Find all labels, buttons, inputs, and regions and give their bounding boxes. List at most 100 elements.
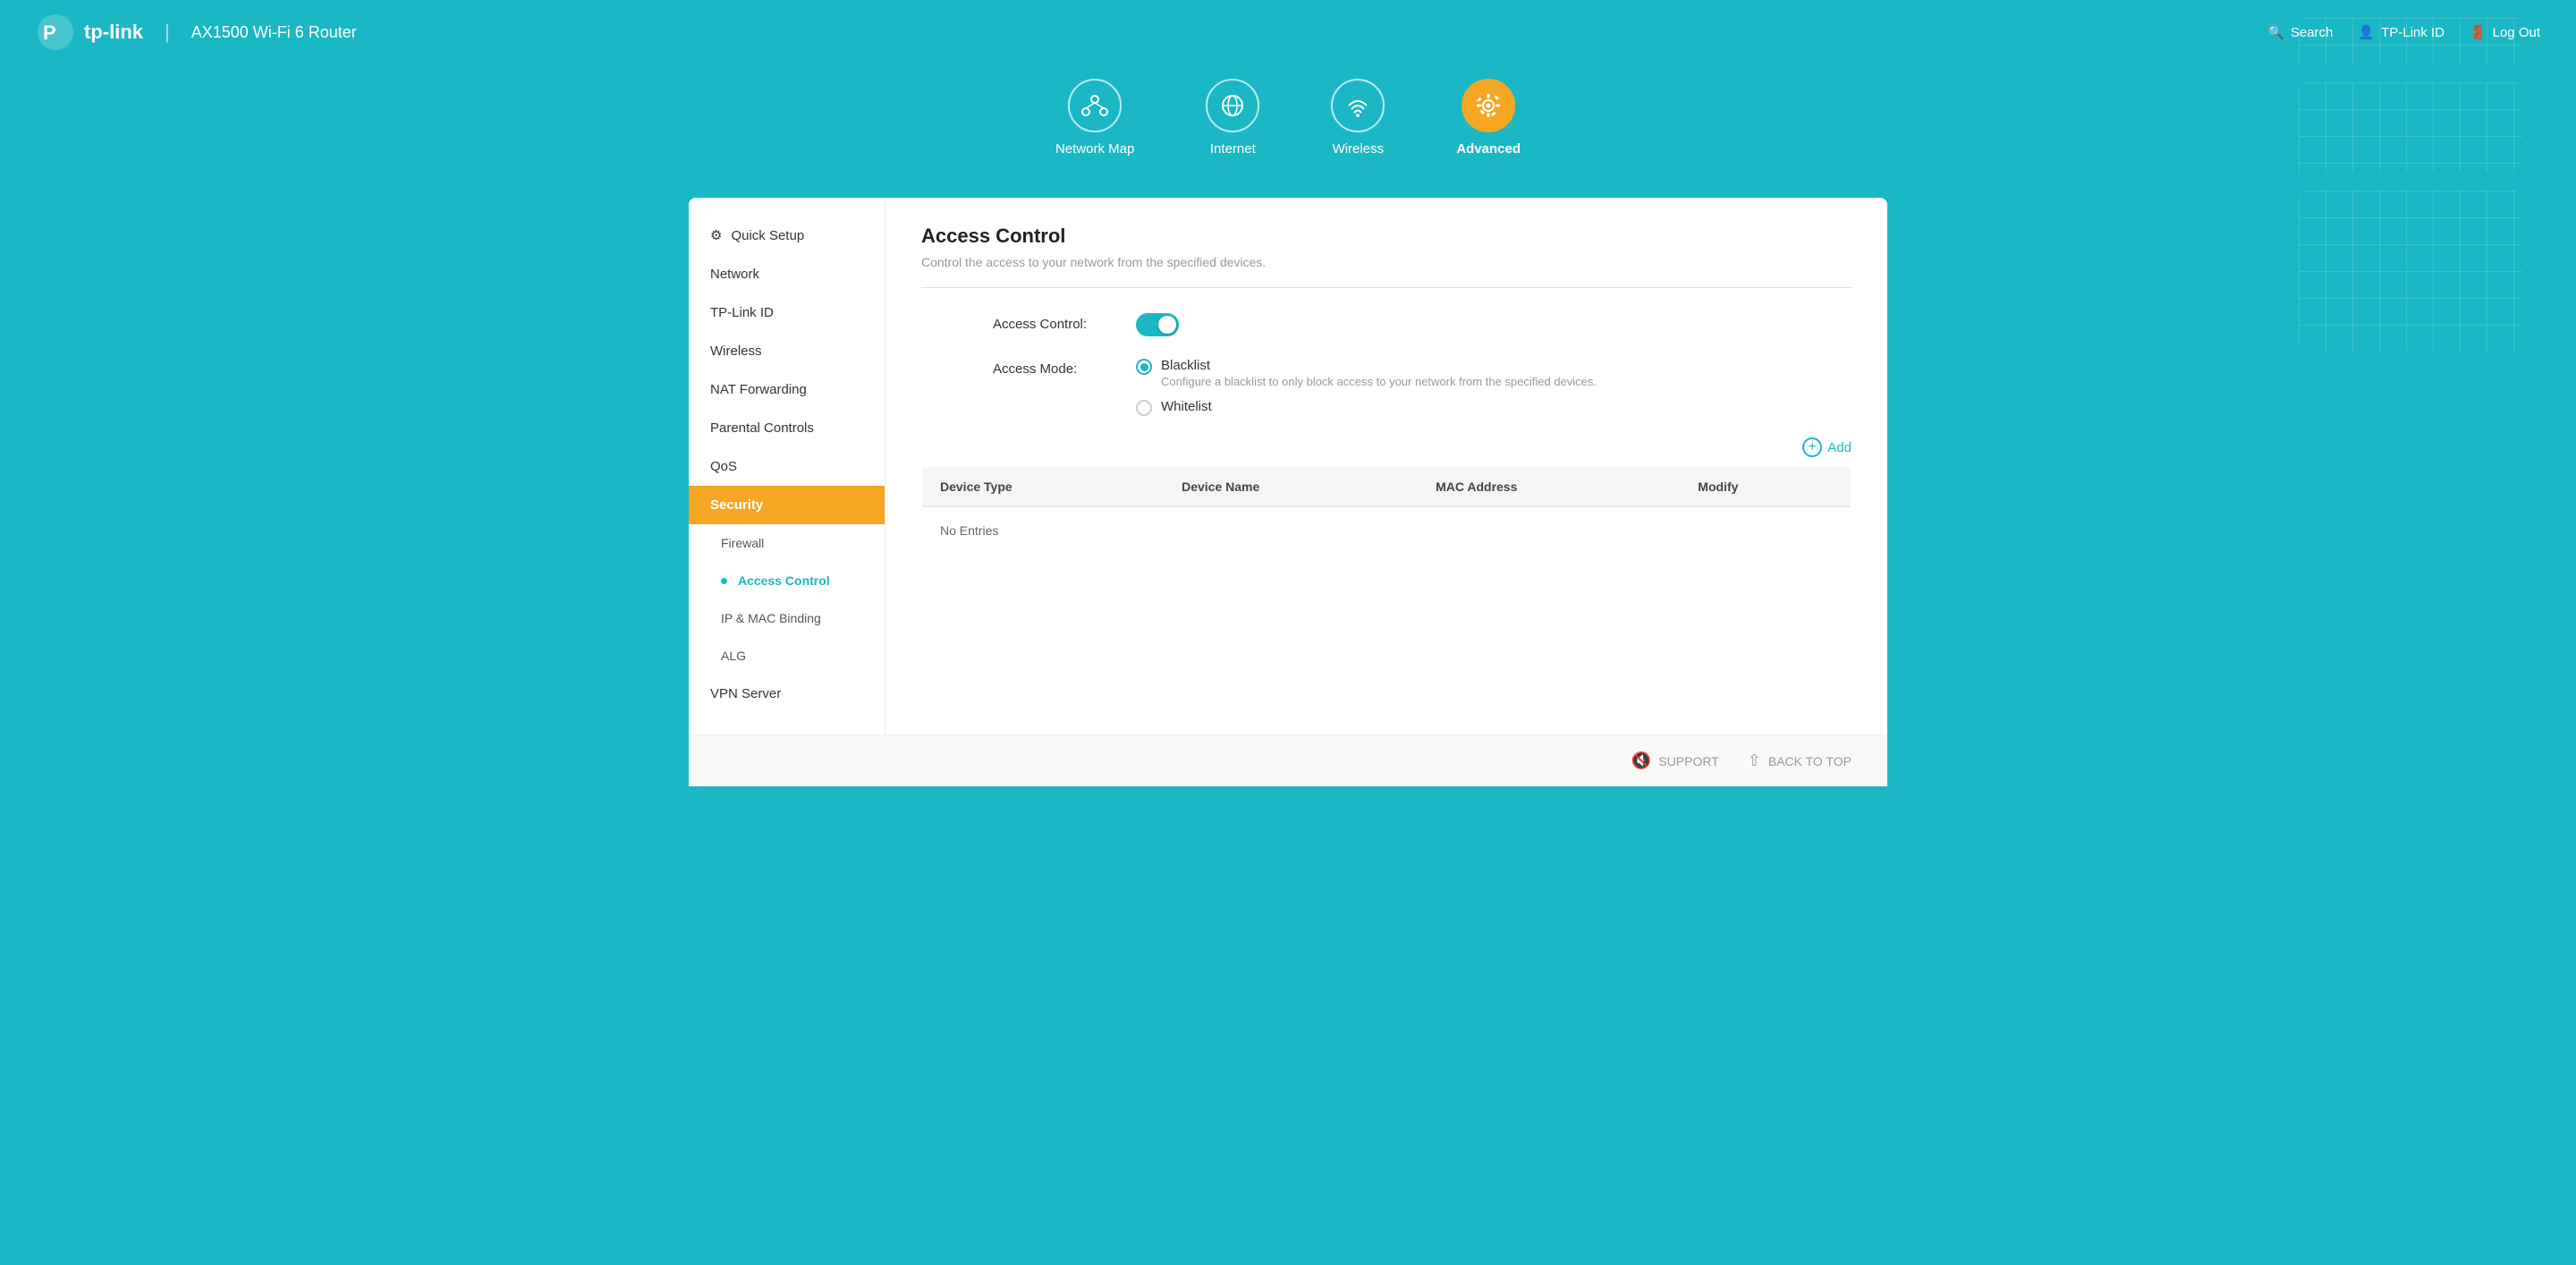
- tplink-id-button[interactable]: 👤 TP-Link ID: [2358, 24, 2445, 40]
- search-button[interactable]: 🔍 Search: [2267, 24, 2333, 40]
- sidebar-item-vpn-server[interactable]: VPN Server: [689, 675, 885, 713]
- back-to-top-icon: ⇧: [1748, 751, 1761, 770]
- back-to-top-label: BACK TO TOP: [1768, 754, 1852, 768]
- access-control-toggle[interactable]: [1136, 313, 1179, 336]
- access-mode-row: Access Mode: Blacklist Configure a black…: [921, 358, 1852, 416]
- access-mode-label: Access Mode:: [993, 358, 1136, 377]
- access-control-toggle-value: [1136, 313, 1179, 336]
- logo-area: P tp-link: [36, 13, 143, 52]
- header-right: 🔍 Search 👤 TP-Link ID 🚪 Log Out: [2267, 24, 2540, 40]
- back-to-top-button[interactable]: ⇧ BACK TO TOP: [1748, 751, 1852, 770]
- blacklist-radio-item[interactable]: Blacklist Configure a blacklist to only …: [1136, 358, 1597, 388]
- add-label: Add: [1827, 440, 1852, 455]
- network-map-icon-circle: [1068, 79, 1122, 132]
- sidebar-item-access-control-label: Access Control: [738, 573, 830, 588]
- gear-icon: ⚙: [710, 227, 722, 243]
- whitelist-radio-circle[interactable]: [1136, 400, 1152, 416]
- access-control-toggle-label: Access Control:: [993, 313, 1136, 332]
- wireless-icon-circle: [1331, 79, 1385, 132]
- toggle-thumb: [1158, 316, 1176, 334]
- table-empty-row: No Entries: [922, 507, 1852, 555]
- sidebar: ⚙ Quick Setup Network TP-Link ID Wireles…: [689, 198, 886, 734]
- sidebar-item-alg-label: ALG: [721, 649, 746, 663]
- table-header: Device Type Device Name MAC Address Modi…: [922, 467, 1852, 507]
- sidebar-item-access-control[interactable]: Access Control: [689, 562, 885, 599]
- sidebar-item-alg[interactable]: ALG: [689, 637, 885, 675]
- tab-wireless-label: Wireless: [1333, 141, 1385, 157]
- footer: 🔇 SUPPORT ⇧ BACK TO TOP: [689, 734, 1887, 786]
- header: P tp-link | AX1500 Wi-Fi 6 Router 🔍 Sear…: [0, 0, 2576, 64]
- sidebar-item-firewall[interactable]: Firewall: [689, 524, 885, 562]
- advanced-icon-circle: [1462, 79, 1515, 132]
- toggle-track: [1136, 313, 1179, 336]
- col-device-type: Device Type: [922, 467, 1165, 507]
- sidebar-item-quick-setup[interactable]: ⚙ Quick Setup: [689, 216, 885, 255]
- network-map-icon: [1081, 92, 1108, 119]
- sidebar-item-tplink-id-label: TP-Link ID: [710, 305, 774, 320]
- sidebar-item-qos[interactable]: QoS: [689, 447, 885, 486]
- logout-button[interactable]: 🚪 Log Out: [2470, 24, 2540, 40]
- wireless-icon: [1344, 92, 1371, 119]
- sidebar-item-wireless-label: Wireless: [710, 344, 762, 359]
- tab-network-map[interactable]: Network Map: [1055, 79, 1134, 173]
- blacklist-radio-circle[interactable]: [1136, 359, 1152, 375]
- active-dot-icon: [721, 578, 727, 584]
- whitelist-option: Whitelist: [1161, 399, 1212, 414]
- brand-name: tp-link: [84, 21, 143, 44]
- search-icon: 🔍: [2267, 24, 2284, 40]
- add-button-row: + Add: [921, 437, 1852, 457]
- main-wrapper: ⚙ Quick Setup Network TP-Link ID Wireles…: [0, 173, 2576, 786]
- content-outer: ⚙ Quick Setup Network TP-Link ID Wireles…: [689, 198, 1887, 734]
- blacklist-description: Configure a blacklist to only block acce…: [1161, 375, 1597, 388]
- header-left: P tp-link | AX1500 Wi-Fi 6 Router: [36, 13, 357, 52]
- sidebar-item-nat-forwarding[interactable]: NAT Forwarding: [689, 370, 885, 409]
- tab-internet-label: Internet: [1210, 141, 1256, 157]
- col-modify: Modify: [1680, 467, 1851, 507]
- add-button[interactable]: + Add: [1802, 437, 1852, 457]
- table-header-row: Device Type Device Name MAC Address Modi…: [922, 467, 1852, 507]
- add-icon: +: [1802, 437, 1822, 457]
- section-divider: [921, 287, 1852, 288]
- col-mac-address: MAC Address: [1418, 467, 1680, 507]
- logout-icon: 🚪: [2470, 24, 2487, 40]
- sidebar-item-network-label: Network: [710, 267, 759, 282]
- svg-text:P: P: [43, 21, 56, 44]
- internet-icon: [1219, 92, 1246, 119]
- support-icon: 🔇: [1631, 751, 1651, 770]
- sidebar-item-vpn-server-label: VPN Server: [710, 686, 781, 701]
- sidebar-item-nat-forwarding-label: NAT Forwarding: [710, 382, 807, 397]
- tab-network-map-label: Network Map: [1055, 141, 1134, 157]
- sidebar-item-parental-controls-label: Parental Controls: [710, 420, 814, 436]
- search-label: Search: [2291, 25, 2334, 40]
- sidebar-item-network[interactable]: Network: [689, 255, 885, 293]
- advanced-icon: [1475, 92, 1502, 119]
- sidebar-item-security-label: Security: [710, 497, 763, 513]
- devices-table: Device Type Device Name MAC Address Modi…: [921, 466, 1852, 555]
- user-icon: 👤: [2358, 24, 2375, 40]
- main-panel: Access Control Control the access to you…: [886, 198, 1887, 734]
- sidebar-item-wireless[interactable]: Wireless: [689, 332, 885, 370]
- blacklist-option: Blacklist Configure a blacklist to only …: [1161, 358, 1597, 388]
- internet-icon-circle: [1206, 79, 1259, 132]
- tab-advanced[interactable]: Advanced: [1456, 79, 1521, 173]
- sidebar-item-tplink-id[interactable]: TP-Link ID: [689, 293, 885, 332]
- access-control-toggle-row: Access Control:: [921, 313, 1852, 336]
- access-mode-options: Blacklist Configure a blacklist to only …: [1136, 358, 1597, 416]
- no-entries-message: No Entries: [922, 507, 1852, 555]
- tab-advanced-label: Advanced: [1456, 141, 1521, 157]
- support-button[interactable]: 🔇 SUPPORT: [1631, 751, 1719, 770]
- col-device-name: Device Name: [1164, 467, 1418, 507]
- sidebar-item-parental-controls[interactable]: Parental Controls: [689, 409, 885, 447]
- table-body: No Entries: [922, 507, 1852, 555]
- tab-wireless[interactable]: Wireless: [1331, 79, 1385, 173]
- sidebar-item-security[interactable]: Security: [689, 486, 885, 524]
- page-description: Control the access to your network from …: [921, 255, 1852, 269]
- tab-internet[interactable]: Internet: [1206, 79, 1259, 173]
- header-divider: |: [165, 21, 170, 44]
- support-label: SUPPORT: [1658, 754, 1718, 768]
- whitelist-radio-item[interactable]: Whitelist: [1136, 399, 1597, 416]
- nav-tabs: Network Map Internet Wireless: [0, 64, 2576, 173]
- sidebar-item-qos-label: QoS: [710, 459, 737, 474]
- page-title: Access Control: [921, 225, 1852, 248]
- sidebar-item-ip-mac-binding[interactable]: IP & MAC Binding: [689, 599, 885, 637]
